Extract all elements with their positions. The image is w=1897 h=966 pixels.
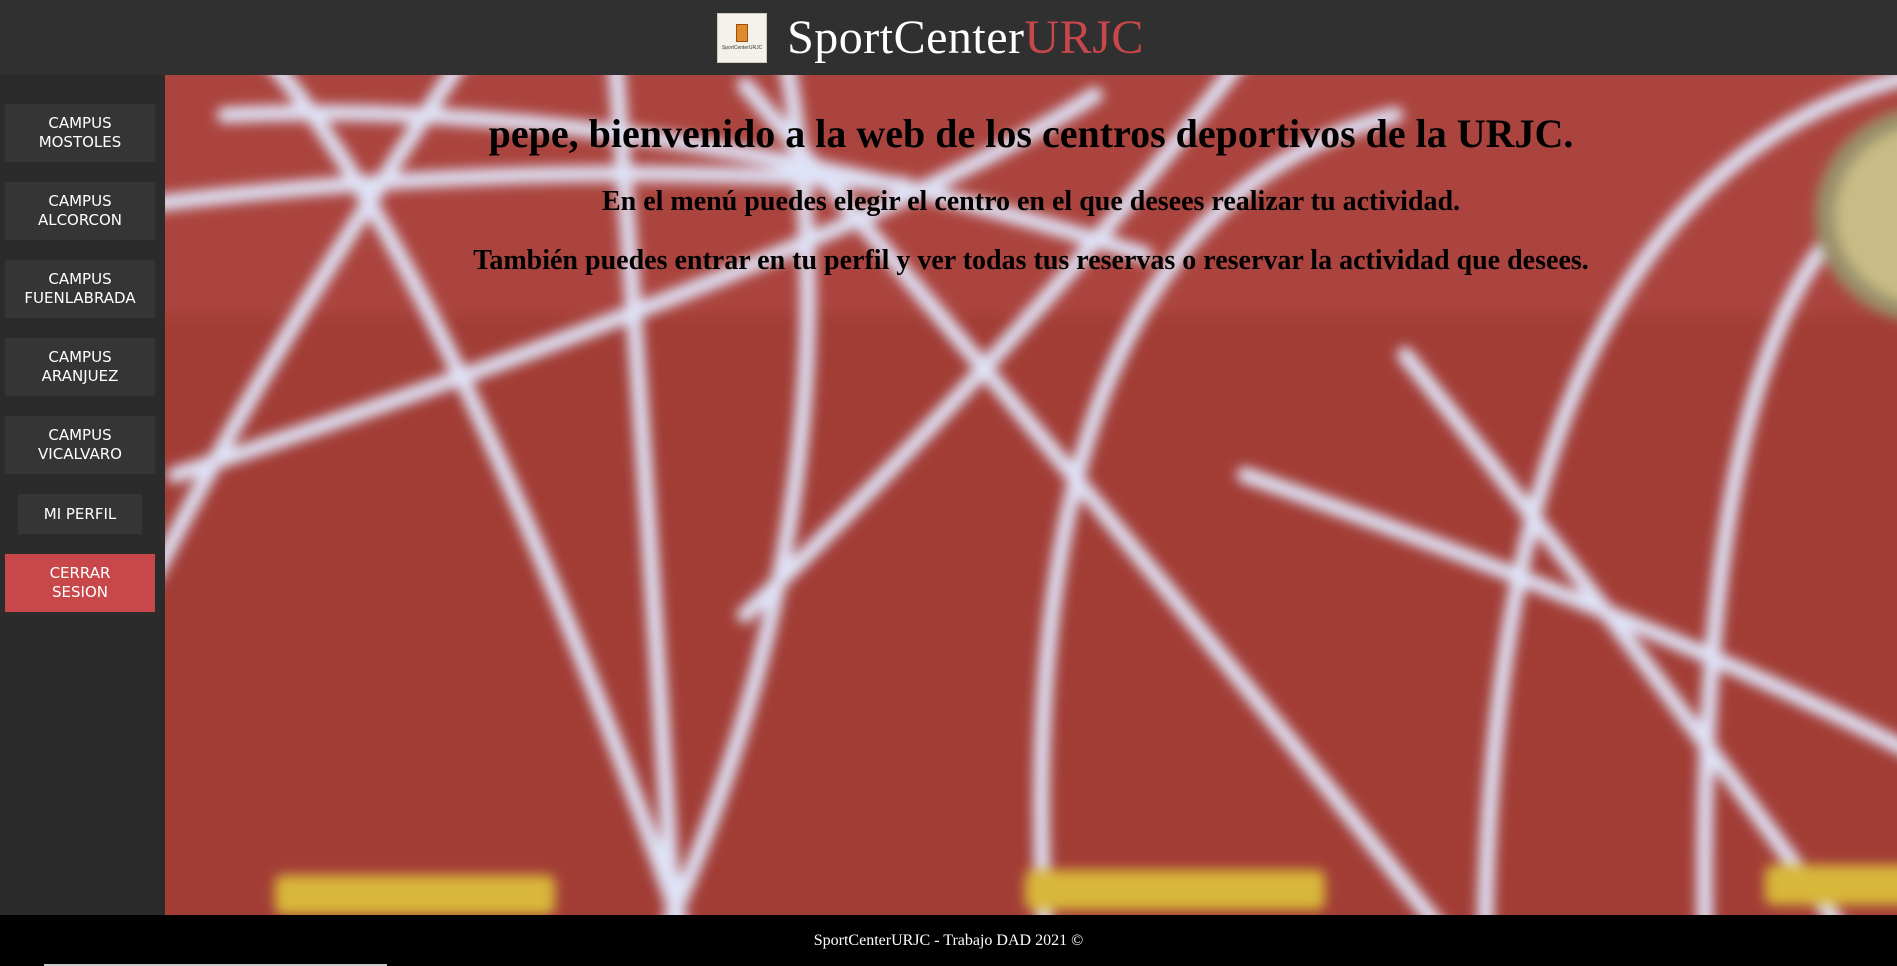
sidebar-item-campus-alcorcon[interactable]: CAMPUS ALCORCON <box>5 182 155 240</box>
logo-caption: SportCenterURJC <box>721 45 763 51</box>
welcome-line-profile: También puedes entrar en tu perfil y ver… <box>473 245 1589 276</box>
site-title-accent: URJC <box>1024 10 1144 64</box>
sidebar-item-campus-fuenlabrada[interactable]: CAMPUS FUENLABRADA <box>5 260 155 318</box>
site-title[interactable]: SportCenterURJC <box>787 10 1144 64</box>
top-header: SportCenterURJC SportCenterURJC <box>0 0 1897 75</box>
footer-text: SportCenterURJC - Trabajo DAD 2021 © <box>813 931 1084 949</box>
sidebar-item-campus-vicalvaro[interactable]: CAMPUS VICALVARO <box>5 416 155 474</box>
welcome-heading: pepe, bienvenido a la web de los centros… <box>488 111 1574 156</box>
logout-button[interactable]: CERRAR SESION <box>5 554 155 612</box>
welcome-line-menu: En el menú puedes elegir el centro en el… <box>601 186 1461 217</box>
main-content: pepe, bienvenido a la web de los centros… <box>165 75 1897 915</box>
sidebar-item-campus-mostoles[interactable]: CAMPUS MOSTOLES <box>5 104 155 162</box>
logo[interactable]: SportCenterURJC <box>717 12 768 63</box>
logo-emblem-icon <box>736 24 749 42</box>
footer: SportCenterURJC - Trabajo DAD 2021 © <box>0 915 1897 966</box>
site-title-primary: SportCenter <box>787 10 1025 64</box>
sidebar-item-campus-aranjuez[interactable]: CAMPUS ARANJUEZ <box>5 338 155 396</box>
sidebar-nav: CAMPUS MOSTOLES CAMPUS ALCORCON CAMPUS F… <box>0 75 165 915</box>
sidebar-item-mi-perfil[interactable]: MI PERFIL <box>18 494 142 534</box>
